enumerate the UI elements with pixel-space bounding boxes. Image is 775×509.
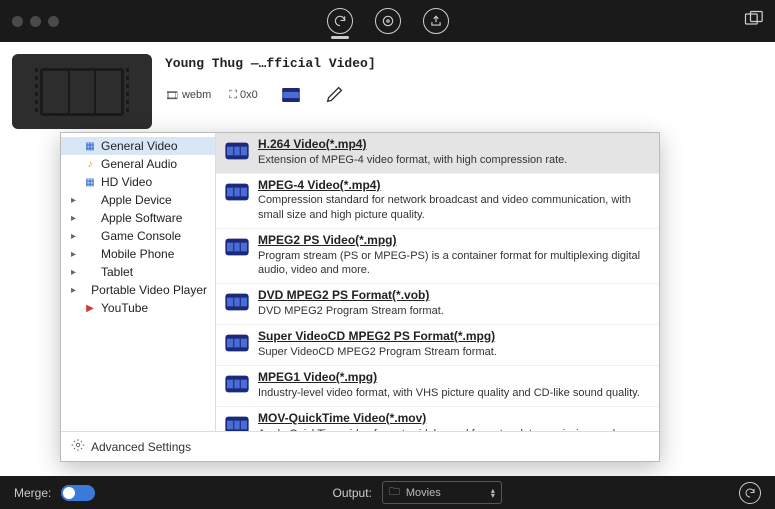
output-label: Output: [333, 486, 372, 500]
target-format-chip[interactable] [276, 81, 306, 109]
format-list[interactable]: H.264 Video(*.mp4)Extension of MPEG-4 vi… [216, 133, 659, 431]
resize-icon: ⛶ [229, 89, 237, 102]
category-list[interactable]: ▦General Video♪General Audio▦HD Video▸Ap… [61, 133, 216, 431]
format-description: Apple QuickTime video format, widely use… [258, 427, 649, 431]
category-label: Apple Device [101, 193, 172, 207]
advanced-settings-button[interactable]: Advanced Settings [91, 440, 191, 454]
format-description: Program stream (PS or MPEG-PS) is a cont… [258, 249, 649, 278]
bottom-bar: Merge: Output: 🗀 Movies ▴▾ [0, 476, 775, 509]
format-film-icon [224, 234, 250, 260]
format-item[interactable]: MPEG-4 Video(*.mp4)Compression standard … [216, 174, 659, 229]
dimensions-badge: ⛶ 0x0 [229, 89, 257, 102]
format-title: MPEG1 Video(*.mpg) [258, 370, 640, 386]
format-item[interactable]: MPEG1 Video(*.mpg)Industry-level video f… [216, 366, 659, 407]
format-picker-popup: ▦General Video♪General Audio▦HD Video▸Ap… [60, 132, 660, 462]
category-item[interactable]: ▸Apple Device [61, 191, 215, 209]
format-item[interactable]: H.264 Video(*.mp4)Extension of MPEG-4 vi… [216, 133, 659, 174]
category-item[interactable]: ▸Apple Software [61, 209, 215, 227]
format-item[interactable]: Super VideoCD MPEG2 PS Format(*.mpg)Supe… [216, 325, 659, 366]
library-icon[interactable] [743, 9, 763, 34]
merge-label: Merge: [14, 486, 51, 500]
main-stage: Young Thug —…fficial Video] 🎞 webm ⛶ 0x0… [0, 42, 775, 476]
category-label: Mobile Phone [101, 247, 174, 261]
title-bar [0, 0, 775, 42]
popup-footer: Advanced Settings [61, 431, 659, 461]
format-title: MPEG2 PS Video(*.mpg) [258, 233, 649, 249]
disc-icon[interactable] [375, 8, 401, 34]
convert-button[interactable] [739, 482, 761, 504]
film-small-icon: 🎞 [165, 89, 179, 102]
format-title: DVD MPEG2 PS Format(*.vob) [258, 288, 444, 304]
category-label: HD Video [101, 175, 152, 189]
format-title: MOV-QuickTime Video(*.mov) [258, 411, 649, 427]
format-description: Super VideoCD MPEG2 Program Stream forma… [258, 345, 497, 359]
file-title: Young Thug —…fficial Video] [165, 56, 755, 71]
format-description: Compression standard for network broadca… [258, 193, 649, 222]
format-film-icon [224, 412, 250, 431]
close-window-button[interactable] [12, 16, 23, 27]
source-format-badge: 🎞 webm [165, 89, 211, 102]
category-label: Portable Video Player [91, 283, 207, 297]
category-item[interactable]: ▸Portable Video Player [61, 281, 215, 299]
file-header: Young Thug —…fficial Video] 🎞 webm ⛶ 0x0 [165, 56, 755, 109]
category-item[interactable]: ▸Mobile Phone [61, 245, 215, 263]
format-item[interactable]: MOV-QuickTime Video(*.mov)Apple QuickTim… [216, 407, 659, 431]
format-item[interactable]: MPEG2 PS Video(*.mpg)Program stream (PS … [216, 229, 659, 284]
chevron-updown-icon: ▴▾ [491, 488, 495, 498]
format-title: MPEG-4 Video(*.mp4) [258, 178, 649, 194]
window-controls [12, 16, 59, 27]
format-item[interactable]: DVD MPEG2 PS Format(*.vob)DVD MPEG2 Prog… [216, 284, 659, 325]
category-label: YouTube [101, 301, 148, 315]
format-film-icon [224, 179, 250, 205]
format-film-icon [224, 289, 250, 315]
category-item[interactable]: ♪General Audio [61, 155, 215, 173]
category-label: Game Console [101, 229, 181, 243]
gear-icon [71, 438, 85, 455]
category-item[interactable]: ▦HD Video [61, 173, 215, 191]
format-title: Super VideoCD MPEG2 PS Format(*.mpg) [258, 329, 497, 345]
category-label: Apple Software [101, 211, 182, 225]
format-film-icon [224, 371, 250, 397]
category-label: General Video [101, 139, 178, 153]
edit-icon[interactable] [324, 83, 346, 108]
format-film-icon [224, 330, 250, 356]
category-item[interactable]: ▶YouTube [61, 299, 215, 317]
category-label: General Audio [101, 157, 177, 171]
output-folder-select[interactable]: 🗀 Movies ▴▾ [382, 481, 502, 504]
format-description: DVD MPEG2 Program Stream format. [258, 304, 444, 318]
category-item[interactable]: ▦General Video [61, 137, 215, 155]
share-icon[interactable] [423, 8, 449, 34]
refresh-icon[interactable] [327, 8, 353, 34]
zoom-window-button[interactable] [48, 16, 59, 27]
minimize-window-button[interactable] [30, 16, 41, 27]
format-title: H.264 Video(*.mp4) [258, 137, 567, 153]
category-item[interactable]: ▸Game Console [61, 227, 215, 245]
format-description: Extension of MPEG-4 video format, with h… [258, 153, 567, 167]
folder-icon: 🗀 [389, 483, 400, 502]
format-film-icon [224, 138, 250, 164]
video-thumbnail[interactable] [12, 54, 152, 129]
toolbar-center [327, 8, 449, 34]
format-description: Industry-level video format, with VHS pi… [258, 386, 640, 400]
category-item[interactable]: ▸Tablet [61, 263, 215, 281]
film-icon [40, 68, 124, 116]
merge-toggle[interactable] [61, 485, 95, 501]
category-label: Tablet [101, 265, 133, 279]
